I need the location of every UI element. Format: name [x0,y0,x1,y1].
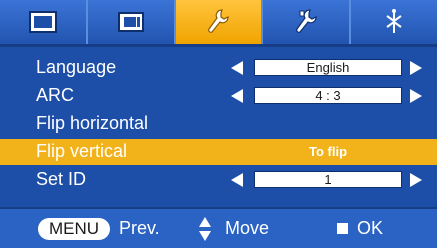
prev-hint: Prev. [119,218,160,238]
arc-value: 4 : 3 [254,87,402,104]
tools-icon [296,9,317,33]
right-arrow-icon[interactable] [410,173,422,187]
wrench-icon [208,9,230,33]
tab-picture[interactable] [0,0,88,44]
screen-icon [117,12,144,32]
flip-vertical-action[interactable]: To flip [254,144,402,159]
tab-tools[interactable] [263,0,352,44]
menu-item-label: Language [36,57,117,77]
left-arrow-icon[interactable] [231,61,243,75]
move-hint: Move [225,218,270,238]
menu-item-label: Flip horizontal [36,113,149,133]
language-value: English [254,59,402,76]
right-arrow-icon[interactable] [410,61,422,75]
tab-setup[interactable] [175,0,264,44]
tab-bar [0,0,437,47]
menu-item-label: Set ID [36,169,87,189]
menu-item-flip-vertical[interactable]: Flip vertical To flip [0,139,437,165]
osd-menu: Language English ARC 4 : 3 Flip horizont… [0,0,437,248]
menu-item-arc[interactable]: ARC 4 : 3 [0,83,437,109]
input-icon [386,9,402,33]
menu-item-flip-horizontal[interactable]: Flip horizontal [0,111,437,137]
menu-item-language[interactable]: Language English [0,55,437,81]
tab-screen[interactable] [87,0,176,44]
tab-input[interactable] [351,0,437,44]
up-down-arrow-icon [199,217,211,241]
set-id-value: 1 [254,171,402,188]
left-arrow-icon[interactable] [231,173,243,187]
help-bar: MENU Prev. Move OK [0,207,437,248]
menu-list: Language English ARC 4 : 3 Flip horizont… [0,55,437,195]
ok-square-icon [337,223,348,234]
menu-item-label: ARC [36,85,75,105]
left-arrow-icon[interactable] [231,89,243,103]
picture-icon [28,11,57,33]
menu-key: MENU [38,218,110,240]
menu-item-label: Flip vertical [36,141,128,161]
right-arrow-icon[interactable] [410,89,422,103]
ok-hint: OK [357,218,384,238]
menu-item-set-id[interactable]: Set ID 1 [0,167,437,193]
